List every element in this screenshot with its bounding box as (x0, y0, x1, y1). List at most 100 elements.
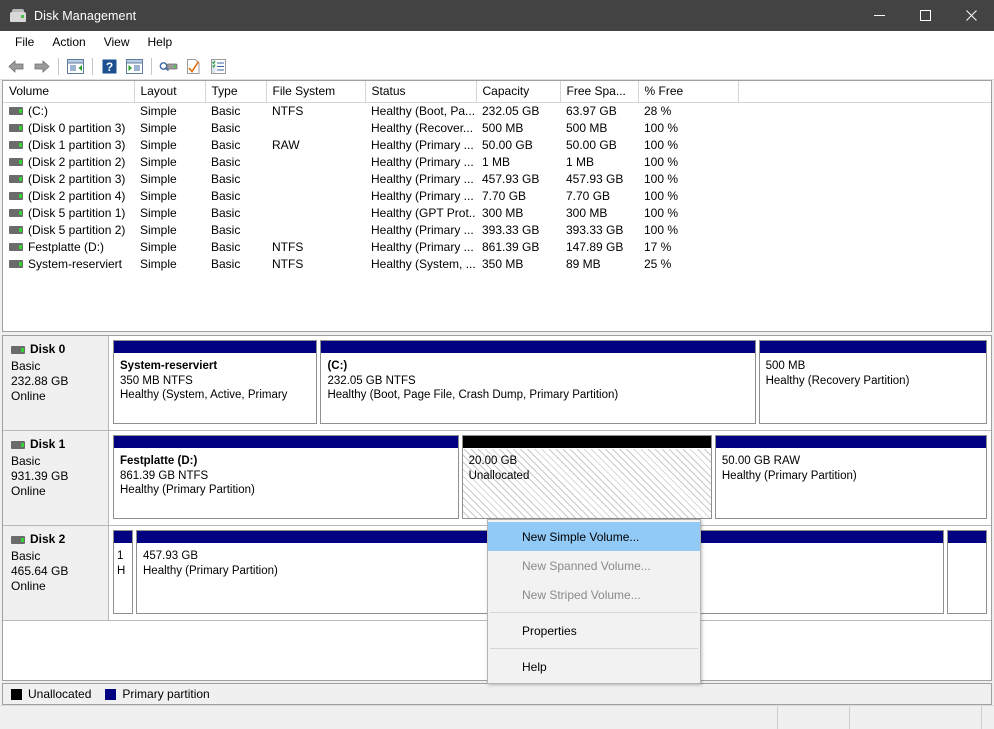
table-row[interactable]: (Disk 1 partition 3) Simple Basic RAW He… (3, 137, 991, 154)
partition-color-bar (114, 341, 316, 354)
menu-help[interactable]: Help (139, 32, 182, 53)
partition-block[interactable] (947, 530, 987, 614)
partition-block[interactable]: 1 H (113, 530, 133, 614)
legend-label-primary-partition: Primary partition (122, 687, 209, 701)
column-header-capacity[interactable]: Capacity (476, 81, 560, 103)
cell-status: Healthy (Boot, Pa... (365, 103, 476, 120)
context-menu-item-help[interactable]: Help (488, 652, 700, 681)
legend-item-primary-partition: Primary partition (105, 687, 209, 701)
disk-row-1: Disk 1 Basic 931.39 GB Online Festplatte… (3, 431, 991, 526)
cell-percent-free: 100 % (638, 154, 738, 171)
partition-block-unallocated[interactable]: 20.00 GB Unallocated (462, 435, 712, 519)
cell-free-space: 7.70 GB (560, 188, 638, 205)
volume-icon (9, 243, 23, 251)
column-header-layout[interactable]: Layout (134, 81, 205, 103)
partition-size: 20.00 GB (469, 454, 711, 469)
cell-volume: (Disk 5 partition 2) (3, 222, 134, 239)
close-button[interactable] (948, 0, 994, 31)
window-controls (856, 0, 994, 31)
details-icon[interactable] (207, 56, 230, 78)
disk-info-2[interactable]: Disk 2 Basic 465.64 GB Online (3, 526, 109, 620)
partition-status: Healthy (Primary Partition) (120, 483, 458, 498)
table-row[interactable]: Festplatte (D:) Simple Basic NTFS Health… (3, 239, 991, 256)
cell-file-system (266, 171, 365, 188)
disk-info-1[interactable]: Disk 1 Basic 931.39 GB Online (3, 431, 109, 525)
table-row[interactable]: (C:) Simple Basic NTFS Healthy (Boot, Pa… (3, 103, 991, 120)
cell-file-system (266, 188, 365, 205)
cell-file-system (266, 154, 365, 171)
cell-capacity: 50.00 GB (476, 137, 560, 154)
volume-icon (9, 141, 23, 149)
table-row[interactable]: (Disk 5 partition 1) Simple Basic Health… (3, 205, 991, 222)
partition-block[interactable]: (C:) 232.05 GB NTFS Healthy (Boot, Page … (320, 340, 755, 424)
volume-list-pane[interactable]: Volume Layout Type File System Status Ca… (2, 80, 992, 332)
back-icon[interactable] (5, 56, 28, 78)
partition-color-bar (114, 436, 458, 449)
disk-info-0[interactable]: Disk 0 Basic 232.88 GB Online (3, 336, 109, 430)
partition-block[interactable]: System-reserviert 350 MB NTFS Healthy (S… (113, 340, 317, 424)
table-row[interactable]: (Disk 2 partition 2) Simple Basic Health… (3, 154, 991, 171)
partition-status: H (117, 564, 132, 579)
context-menu-item-new-striped-volume[interactable]: New Striped Volume... (488, 580, 700, 609)
partition-block[interactable]: 50.00 GB RAW Healthy (Primary Partition) (715, 435, 987, 519)
context-menu-item-new-simple-volume[interactable]: New Simple Volume... (488, 522, 700, 551)
menu-action[interactable]: Action (43, 32, 94, 53)
disk-type-1: Basic (11, 454, 108, 469)
minimize-button[interactable] (856, 0, 902, 31)
context-menu: New Simple Volume... New Spanned Volume.… (487, 519, 701, 684)
cell-volume: (Disk 2 partition 2) (3, 154, 134, 171)
context-menu-item-new-spanned-volume[interactable]: New Spanned Volume... (488, 551, 700, 580)
rescan-disks-icon[interactable] (157, 56, 180, 78)
help-icon[interactable]: ? (98, 56, 121, 78)
cell-free-space: 393.33 GB (560, 222, 638, 239)
cell-free-space: 1 MB (560, 154, 638, 171)
column-header-volume[interactable]: Volume (3, 81, 134, 103)
cell-layout: Simple (134, 120, 205, 137)
toolbar-separator (58, 58, 59, 75)
disk-state-1: Online (11, 484, 108, 499)
table-row[interactable]: (Disk 0 partition 3) Simple Basic Health… (3, 120, 991, 137)
column-header-type[interactable]: Type (205, 81, 266, 103)
properties-icon[interactable] (182, 56, 205, 78)
show-hide-action-pane-icon[interactable] (123, 56, 146, 78)
partition-status: Healthy (System, Active, Primary (120, 388, 316, 403)
table-row[interactable]: (Disk 2 partition 4) Simple Basic Health… (3, 188, 991, 205)
column-header-status[interactable]: Status (365, 81, 476, 103)
column-header-file-system[interactable]: File System (266, 81, 365, 103)
partition-details: System-reserviert 350 MB NTFS Healthy (S… (114, 354, 316, 423)
forward-icon[interactable] (30, 56, 53, 78)
maximize-button[interactable] (902, 0, 948, 31)
cell-filler (738, 137, 991, 154)
cell-type: Basic (205, 188, 266, 205)
cell-capacity: 1 MB (476, 154, 560, 171)
context-menu-separator (490, 612, 698, 613)
disk-name-0: Disk 0 (30, 342, 65, 357)
show-hide-console-tree-icon[interactable] (64, 56, 87, 78)
cell-capacity: 7.70 GB (476, 188, 560, 205)
partition-status: Healthy (Boot, Page File, Crash Dump, Pr… (327, 388, 754, 403)
legend-swatch-unallocated (11, 689, 22, 700)
partition-size: 232.05 GB NTFS (327, 374, 754, 389)
table-row[interactable]: System-reserviert Simple Basic NTFS Heal… (3, 256, 991, 273)
legend-label-unallocated: Unallocated (28, 687, 91, 701)
disk-partitions-0: System-reserviert 350 MB NTFS Healthy (S… (109, 336, 991, 430)
column-header-free-space[interactable]: Free Spa... (560, 81, 638, 103)
column-header-percent-free[interactable]: % Free (638, 81, 738, 103)
cell-volume: (Disk 2 partition 4) (3, 188, 134, 205)
cell-filler (738, 239, 991, 256)
cell-filler (738, 120, 991, 137)
table-row[interactable]: (Disk 5 partition 2) Simple Basic Health… (3, 222, 991, 239)
menu-view[interactable]: View (95, 32, 139, 53)
partition-size: 1 (117, 549, 132, 564)
menu-file[interactable]: File (6, 32, 43, 53)
cell-type: Basic (205, 120, 266, 137)
partition-block[interactable]: 500 MB Healthy (Recovery Partition) (759, 340, 987, 424)
table-row[interactable]: (Disk 2 partition 3) Simple Basic Health… (3, 171, 991, 188)
partition-size: 50.00 GB RAW (722, 454, 986, 469)
partition-block[interactable]: Festplatte (D:) 861.39 GB NTFS Healthy (… (113, 435, 459, 519)
partition-status: Healthy (Primary Partition) (722, 469, 986, 484)
disk-title-1: Disk 1 (11, 437, 108, 452)
volume-icon (9, 226, 23, 234)
context-menu-item-properties[interactable]: Properties (488, 616, 700, 645)
partition-size: 350 MB NTFS (120, 374, 316, 389)
